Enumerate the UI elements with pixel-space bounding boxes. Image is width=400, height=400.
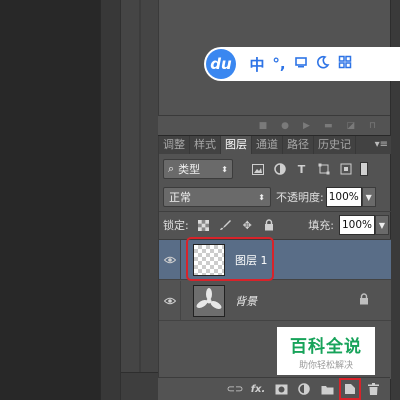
eye-icon[interactable]: [159, 239, 181, 280]
blend-mode-value: 正常: [169, 191, 191, 204]
layer-thumbnail-transparent: [193, 243, 225, 276]
layer-name[interactable]: 图层 1: [235, 252, 268, 268]
stop-icon[interactable]: ■: [259, 121, 268, 131]
dock-bottom: [121, 372, 159, 400]
document-canvas-area: [0, 0, 100, 400]
filter-kind-label: 类型: [178, 163, 201, 176]
opacity-label: 不透明度:: [276, 191, 324, 204]
tab-history[interactable]: 历史记: [314, 136, 356, 154]
adjustment-layer-icon[interactable]: [297, 382, 311, 396]
tab-adjustments[interactable]: 调整: [159, 136, 190, 154]
ime-toolbar: du 中 °,: [204, 47, 400, 81]
link-layers-icon[interactable]: ⊂⊃: [227, 382, 244, 396]
fill-input[interactable]: 100%: [339, 215, 375, 235]
dock-divider: [139, 0, 141, 400]
lock-icon: [359, 293, 369, 308]
grid-icon[interactable]: [334, 55, 356, 73]
adjustment-filter-icon[interactable]: [273, 163, 286, 176]
blend-row: 正常 ⬍ 不透明度: 100% ▼: [163, 186, 389, 208]
tab-channels[interactable]: 通道: [252, 136, 283, 154]
keyboard-icon[interactable]: [290, 55, 312, 73]
filter-kind-select[interactable]: ⌕ 类型 ⬍: [163, 159, 233, 179]
tab-styles[interactable]: 样式: [190, 136, 221, 154]
search-icon: ⌕: [168, 162, 175, 175]
smart-object-filter-icon[interactable]: [339, 163, 352, 176]
type-filter-icon[interactable]: T: [295, 163, 308, 176]
layer-name[interactable]: 背景: [235, 293, 257, 309]
panel-dock-strip: [100, 0, 120, 400]
ime-punctuation-toggle[interactable]: °,: [268, 55, 290, 73]
play-icon[interactable]: ▶: [303, 121, 310, 131]
lock-label: 锁定:: [163, 219, 189, 232]
lock-position-icon[interactable]: ✥: [241, 219, 254, 232]
lock-transparent-pixels-icon[interactable]: [197, 219, 210, 232]
eye-icon[interactable]: [159, 280, 181, 321]
new-item-icon[interactable]: ◪: [346, 121, 355, 131]
new-group-icon[interactable]: [320, 382, 334, 396]
tab-paths[interactable]: 路径: [283, 136, 314, 154]
layer-thumbnail-background: [193, 284, 225, 317]
tab-layers[interactable]: 图层: [221, 136, 252, 154]
watermark-title: 百科全说: [290, 336, 362, 357]
opacity-input[interactable]: 100%: [325, 187, 362, 207]
lock-image-pixels-icon[interactable]: [219, 219, 232, 232]
panel-menu-icon[interactable]: ▾≡: [375, 136, 391, 154]
collapsed-panel-column: [120, 0, 159, 400]
trash-icon[interactable]: ⊓: [369, 121, 376, 131]
chevron-updown-icon: ⬍: [258, 192, 265, 202]
shape-filter-icon[interactable]: [317, 163, 330, 176]
filter-toggle-switch[interactable]: [360, 162, 368, 176]
fill-dropdown-icon[interactable]: ▼: [375, 215, 389, 235]
add-mask-icon[interactable]: [274, 382, 288, 396]
opacity-dropdown-icon[interactable]: ▼: [361, 187, 376, 207]
lock-row: 锁定: ✥ 填充: 100% ▼: [163, 214, 389, 236]
blend-mode-select[interactable]: 正常 ⬍: [163, 187, 271, 207]
history-panel-toolbar: ■ ● ▶ ▬ ◪ ⊓: [158, 115, 390, 135]
baidu-ime-logo[interactable]: du: [206, 49, 236, 79]
record-icon[interactable]: ●: [281, 121, 289, 131]
image-filter-icon[interactable]: [251, 163, 264, 176]
moon-icon[interactable]: [312, 55, 334, 73]
panel-tabs: 调整 样式 图层 通道 路径 历史记 ▾≡: [159, 136, 391, 154]
layer-row-layer-1[interactable]: 图层 1: [159, 239, 391, 280]
folder-icon[interactable]: ▬: [324, 121, 333, 131]
chevron-down-icon: ⬍: [221, 164, 228, 174]
panel-divider: [159, 211, 391, 212]
delete-layer-icon[interactable]: [366, 382, 380, 396]
fill-label: 填充:: [308, 219, 334, 232]
ime-language-toggle[interactable]: 中: [246, 54, 268, 75]
fx-icon[interactable]: fx.: [251, 382, 266, 396]
lock-all-icon[interactable]: [263, 219, 276, 232]
layer-filter-row: ⌕ 类型 ⬍ T: [163, 158, 389, 180]
layers-bottom-toolbar: ⊂⊃ fx.: [158, 377, 390, 400]
new-layer-icon[interactable]: [339, 378, 361, 400]
layer-row-background[interactable]: 背景: [159, 280, 391, 321]
watermark-subtitle: 助你轻松解决: [298, 360, 353, 371]
watermark-logo: 百科全说 助你轻松解决: [277, 327, 375, 375]
